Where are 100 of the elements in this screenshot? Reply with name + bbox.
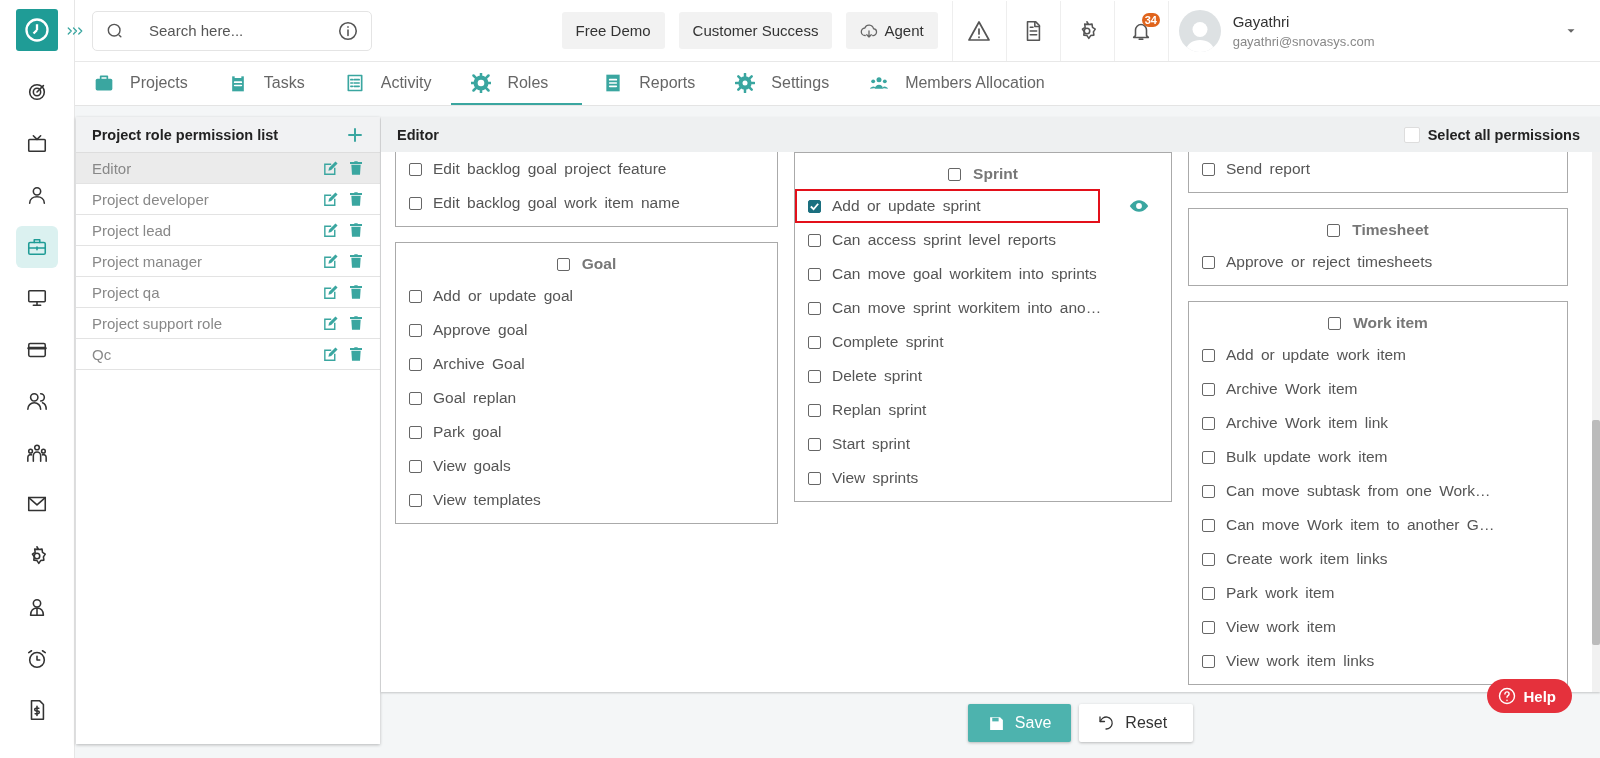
checkbox[interactable] [409,391,422,405]
checkbox[interactable] [948,167,962,181]
delete-icon [348,284,364,300]
checkbox[interactable] [808,437,821,451]
checkbox[interactable] [1202,518,1215,532]
permission-label: Complete sprint [832,333,944,351]
permission-label: Archive Work item [1226,380,1358,398]
help-button[interactable]: Help [1487,679,1572,713]
checkbox[interactable] [1202,484,1215,498]
permission-label: View work item links [1226,652,1375,670]
edit-icon [322,252,339,270]
search-field[interactable]: Search here... [92,10,372,51]
permission-label: View templates [433,491,541,509]
permission-label: Approve goal [433,321,528,339]
checkbox[interactable] [1202,620,1215,634]
delete-icon [348,315,364,331]
checkbox[interactable] [808,471,821,485]
role-item[interactable]: Project support role [76,308,380,339]
permission-label: Send report [1226,160,1310,178]
checkbox[interactable] [1202,348,1215,362]
checkbox[interactable] [1202,654,1215,668]
card-title: Goal [581,255,617,273]
panel-title: Project role permission list [92,126,279,143]
tab[interactable]: Roles [451,62,583,105]
target-icon [26,81,48,103]
permission-label: Add or update goal [433,287,573,305]
permission-label: Approve or reject timesheets [1226,253,1433,271]
reset-button[interactable]: Reset [1079,704,1194,742]
warning-icon [967,18,992,43]
checkbox[interactable] [808,301,821,315]
checkbox[interactable] [409,425,422,439]
checkbox[interactable] [1202,382,1215,396]
checkbox[interactable] [808,267,821,281]
permission-label: View work item [1226,618,1336,636]
role-item[interactable]: Project developer [76,184,380,215]
card-title: Work item [1353,314,1428,332]
tab[interactable]: Activity [344,62,451,105]
checkbox[interactable] [409,289,422,303]
settings-icon [735,72,756,93]
tab[interactable]: Tasks [227,62,324,105]
permission-label: Edit backlog goal work item name [433,194,680,212]
checkbox[interactable] [409,493,422,507]
permission-label: View sprints [832,469,919,487]
checkbox[interactable] [409,357,422,371]
agent-button[interactable]: Agent [846,12,938,49]
edit-icon [322,314,339,332]
tab[interactable]: Members Allocation [869,62,1064,105]
notification-count: 34 [1141,12,1160,27]
permission-label: Can move sprint workitem into ano… [832,299,1102,317]
checkbox[interactable] [808,233,821,247]
checkbox[interactable] [1202,416,1215,430]
permission-label: Start sprint [832,435,910,453]
checkbox[interactable] [808,199,821,213]
role-item[interactable]: Project lead [76,215,380,246]
editor-title: Editor [397,126,440,143]
checkbox[interactable] [1328,316,1342,330]
undo-icon [1097,714,1116,732]
checkbox[interactable] [556,257,570,271]
checkbox[interactable] [409,162,422,176]
permission-label: Archive Work item link [1226,414,1389,432]
edit-icon [322,283,339,301]
permission-label: Replan sprint [832,401,927,419]
scrollbar[interactable] [1592,152,1600,692]
tab[interactable]: Projects [94,62,207,105]
tab[interactable]: Reports [603,62,715,105]
tv-icon [26,132,48,155]
user-name: Gayathri [1232,12,1291,30]
checkbox[interactable] [1202,586,1215,600]
save-icon [987,714,1005,732]
role-item[interactable]: Project qa [76,277,380,308]
edit-icon [322,159,339,177]
checkbox[interactable] [808,335,821,349]
gear-icon [471,72,492,93]
edit-icon [322,345,339,363]
permission-label: Delete sprint [832,367,922,385]
permission-label: Create work item links [1226,550,1388,568]
checkbox[interactable] [409,323,422,337]
delete-icon [348,160,364,176]
role-item[interactable]: Project manager [76,246,380,277]
role-item[interactable]: Qc [76,339,380,370]
delete-icon [348,191,364,207]
checkbox[interactable] [808,403,821,417]
checkbox[interactable] [1202,450,1215,464]
header-button[interactable]: Free Demo [561,12,665,49]
monitor-icon [26,287,48,309]
permission-label: View goals [433,457,511,475]
tab[interactable]: Settings [735,62,849,105]
checkbox[interactable] [1327,223,1341,237]
checkbox[interactable] [1202,552,1215,566]
checkbox[interactable] [409,196,422,210]
checkbox[interactable] [1202,162,1215,176]
role-item[interactable]: Editor [76,153,380,184]
notifications-button[interactable]: 34 [1113,0,1168,61]
select-all-label: Select all permissions [1427,126,1580,143]
checkbox[interactable] [409,459,422,473]
delete-icon [348,253,364,269]
app-logo[interactable] [16,9,58,51]
header-button[interactable]: Customer Success [678,12,833,49]
checkbox[interactable] [808,369,821,383]
checkbox[interactable] [1202,255,1215,269]
